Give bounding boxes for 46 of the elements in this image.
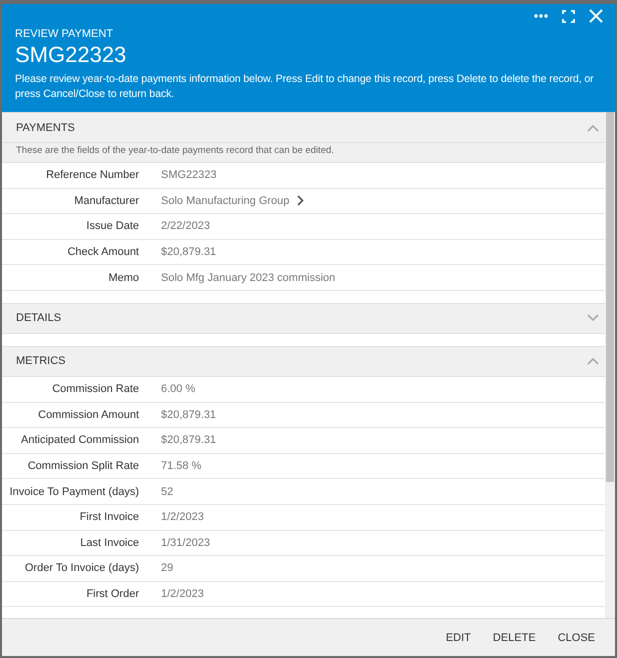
dialog-subtitle: REVIEW PAYMENT — [15, 28, 114, 40]
field-label: Commission Amount — [37, 408, 139, 421]
field-label: Commission Split Rate — [26, 460, 139, 472]
field-value: $20,879.31 — [161, 246, 218, 258]
field-value: $20,879.31 — [161, 408, 218, 421]
footer-button[interactable]: CLOSE — [550, 626, 603, 650]
chevron-down-icon — [587, 314, 599, 322]
field-value: 1/31/2023 — [161, 536, 211, 549]
field-link[interactable]: Solo Manufacturing Group — [161, 194, 605, 207]
chevron-right-icon — [297, 195, 304, 206]
section-header[interactable]: DETAILS — [2, 302, 605, 334]
maximize-icon[interactable] — [562, 10, 575, 22]
more-icon[interactable] — [534, 14, 548, 18]
field-label: Commission Rate — [51, 383, 139, 396]
field-label: Reference Number — [45, 169, 139, 182]
field-value: 71.58 % — [161, 460, 202, 472]
field-label: Check Amount — [66, 246, 139, 258]
close-icon[interactable] — [589, 9, 603, 23]
dialog-message: Please review year-to-date payments information below. Press Edit to change this record, press Delete to delete the record, or press Cancel/Close to return back. — [15, 72, 595, 102]
field-label: Invoice To Payment (days) — [8, 486, 139, 498]
field-label: Manufacturer — [73, 194, 139, 207]
section-header[interactable]: PAYMENTS — [2, 112, 605, 143]
field-label: First Invoice — [78, 511, 139, 524]
field-label: First Order — [85, 588, 139, 600]
field-value: 2/22/2023 — [161, 220, 211, 232]
field-value: Solo Mfg January 2023 commission — [161, 272, 336, 284]
section-description: These are the fields of the year-to-date payments record that can be edited. — [2, 143, 605, 163]
footer-button[interactable]: EDIT — [438, 626, 479, 650]
field-value: 1/2/2023 — [161, 588, 205, 600]
field-value: 1/2/2023 — [161, 511, 205, 524]
field-value: 6.00 % — [161, 383, 196, 396]
footer-button[interactable]: DELETE — [484, 626, 544, 650]
section-header[interactable]: METRICS — [2, 346, 605, 377]
field-label: Anticipated Commission — [20, 434, 139, 446]
chevron-up-icon — [587, 357, 599, 366]
field-label: Last Invoice — [79, 536, 139, 549]
dialog-title: SMG22323 — [15, 42, 128, 68]
scrollbar[interactable] — [605, 112, 615, 618]
field-label: Memo — [107, 272, 139, 284]
field-value: 29 — [161, 562, 174, 574]
chevron-up-icon — [587, 124, 599, 132]
field-value: 52 — [161, 486, 174, 498]
field-label: Order To Invoice (days) — [24, 562, 139, 574]
field-label: Issue Date — [85, 220, 139, 232]
field-value: $20,879.31 — [161, 434, 218, 446]
field-value: SMG22323 — [161, 169, 218, 182]
